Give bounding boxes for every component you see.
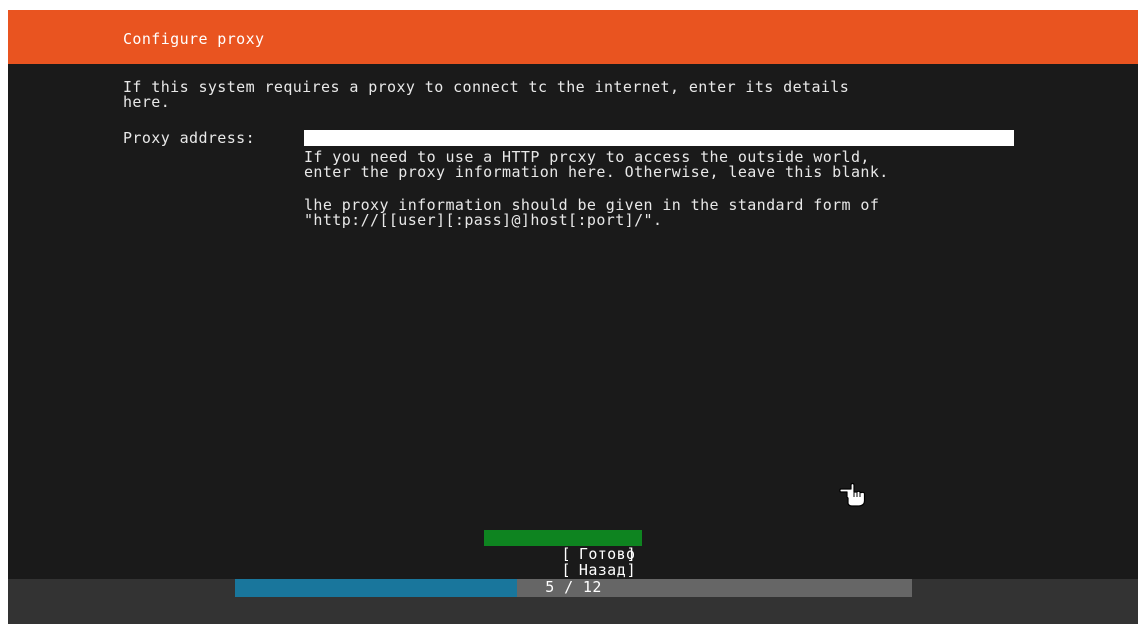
- progress-text: 5 / 12: [545, 578, 602, 596]
- main-content: If this system requires a proxy to conne…: [8, 64, 1138, 579]
- proxy-address-input[interactable]: [304, 130, 1014, 146]
- done-button[interactable]: [Готово]: [484, 530, 642, 562]
- button-group: [Готово] [Назад]: [484, 530, 642, 578]
- intro-text: If this system requires a proxy to conne…: [123, 78, 850, 111]
- proxy-format-help-text: lhe proxy information should be given in…: [304, 196, 880, 229]
- proxy-address-label: Proxy address:: [123, 129, 256, 147]
- hand-pointer-icon: [839, 482, 866, 507]
- page-title: Configure proxy: [123, 30, 265, 48]
- header-bar: Configure proxy: [8, 10, 1138, 64]
- footer-bar: 5 / 12: [8, 579, 1138, 624]
- installer-screen: Configure proxy If this system requires …: [8, 10, 1138, 624]
- progress-bar: 5 / 12: [235, 579, 912, 597]
- proxy-help-text: If you need to use a HTTP prcxy to acces…: [304, 148, 889, 181]
- back-button-label: Назад: [578, 561, 627, 579]
- back-button[interactable]: [Назад]: [484, 546, 642, 578]
